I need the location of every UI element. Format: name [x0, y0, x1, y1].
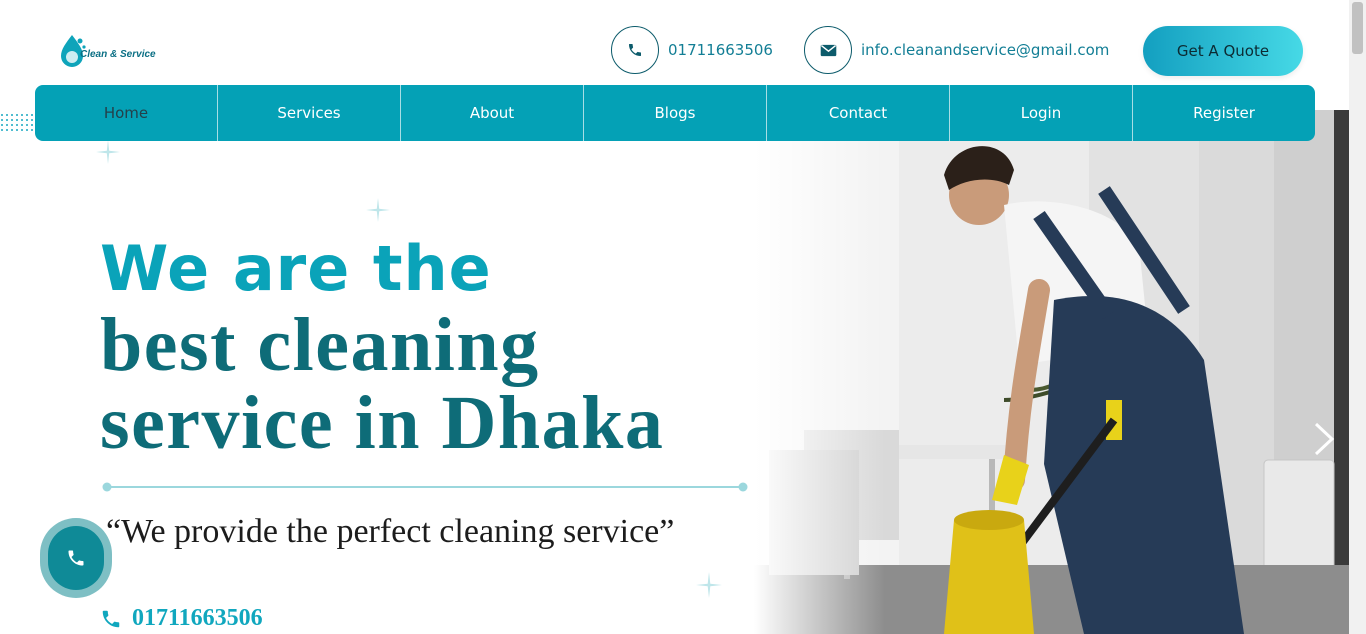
dot-pattern-decoration [1, 114, 33, 131]
hero-divider [102, 482, 748, 492]
nav-item-blogs[interactable]: Blogs [584, 85, 767, 141]
phone-icon [102, 610, 120, 627]
phone-icon [68, 550, 84, 566]
floating-call-button[interactable] [40, 518, 112, 598]
header-email[interactable]: info.cleanandservice@gmail.com [804, 26, 1109, 74]
hero-heading-line1: We are the [100, 232, 492, 305]
header-email-address: info.cleanandservice@gmail.com [861, 41, 1110, 59]
page-scrollbar[interactable] [1349, 0, 1366, 634]
site-logo[interactable]: Clean & Service [58, 32, 158, 72]
scrollbar-thumb[interactable] [1352, 2, 1363, 54]
nav-item-contact[interactable]: Contact [767, 85, 950, 141]
hero-tagline: “We provide the perfect cleaning service… [106, 513, 675, 550]
chevron-right-icon[interactable] [1310, 420, 1340, 458]
sparkle-icon [366, 198, 390, 222]
nav-item-home[interactable]: Home [35, 85, 218, 141]
get-quote-button[interactable]: Get A Quote [1143, 26, 1303, 76]
phone-icon [611, 26, 659, 74]
hero-phone[interactable]: 01711663506 [100, 605, 263, 632]
hero-heading-line2: best cleaning [100, 303, 540, 387]
nav-item-register[interactable]: Register [1133, 85, 1315, 141]
floating-call-inner [48, 526, 104, 590]
header-phone[interactable]: 01711663506 [611, 26, 773, 74]
sparkle-icon [696, 572, 722, 598]
hero-phone-number: 01711663506 [132, 605, 263, 631]
nav-item-login[interactable]: Login [950, 85, 1133, 141]
hero-cleaner-image [754, 110, 1350, 634]
nav-item-about[interactable]: About [401, 85, 584, 141]
main-nav: Home Services About Blogs Contact Login … [35, 85, 1315, 141]
nav-item-services[interactable]: Services [218, 85, 401, 141]
sparkle-icon [96, 140, 120, 164]
logo-text: Clean & Service [80, 48, 156, 60]
header-phone-number: 01711663506 [668, 41, 773, 59]
envelope-icon [804, 26, 852, 74]
hero-heading-line3: service in Dhaka [100, 381, 665, 465]
